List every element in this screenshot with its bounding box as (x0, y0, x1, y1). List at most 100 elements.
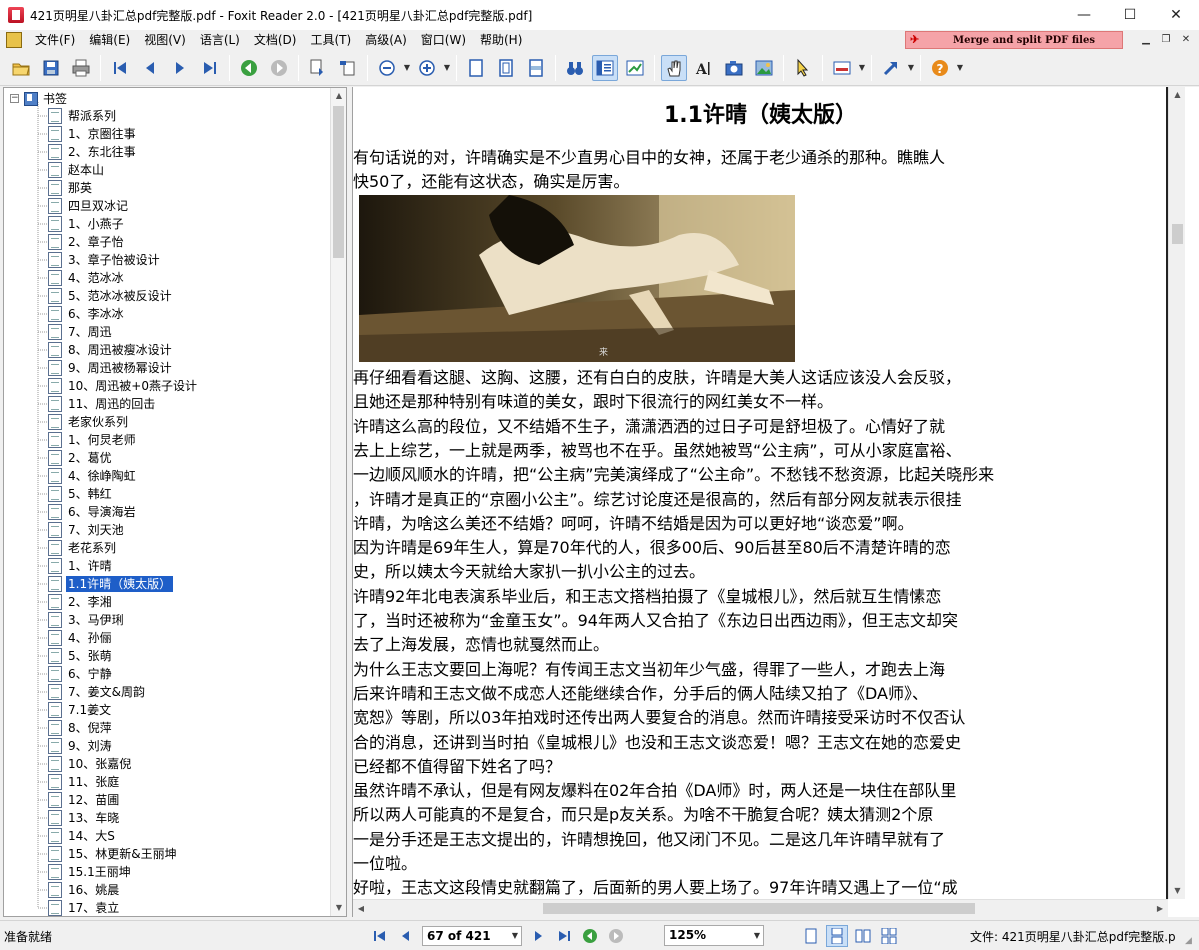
bookmark-item[interactable]: 4、孙俪 (48, 629, 114, 647)
bookmark-item[interactable]: 7.1姜文 (48, 701, 113, 719)
page-number-field[interactable]: 67 of 421 ▼ (422, 926, 522, 946)
status-next-page-icon[interactable] (528, 926, 548, 946)
bookmark-item[interactable]: 4、徐峥陶虹 (48, 467, 138, 485)
bookmark-item[interactable]: 6、李冰冰 (48, 305, 126, 323)
close-button[interactable]: ✕ (1153, 0, 1199, 30)
bookmarks-panel-icon[interactable] (592, 54, 618, 81)
status-back-icon[interactable] (580, 926, 600, 946)
image-tool-icon[interactable] (751, 55, 777, 81)
bookmark-scrollbar[interactable]: ▲ ▼ (330, 88, 346, 916)
print-icon[interactable] (68, 55, 94, 81)
bookmark-item[interactable]: 2、东北往事 (48, 143, 138, 161)
mdi-restore-icon[interactable]: ❐ (1157, 32, 1175, 48)
minimize-button[interactable]: — (1061, 0, 1107, 30)
continuous-page-icon[interactable] (826, 925, 848, 947)
extract-page-icon[interactable] (335, 55, 361, 81)
bookmark-item[interactable]: 1、何炅老师 (48, 431, 138, 449)
bookmark-item[interactable]: 3、马伊琍 (48, 611, 126, 629)
bookmark-item[interactable]: 9、周迅被杨幂设计 (48, 359, 174, 377)
bookmark-item[interactable]: 11、张庭 (48, 773, 121, 791)
help-dropdown-icon[interactable]: ▼ (955, 63, 965, 72)
bookmark-item[interactable]: 5、张萌 (48, 647, 114, 665)
bookmark-item[interactable]: 1、小燕子 (48, 215, 126, 233)
resize-grip-icon[interactable]: ◢ (1185, 936, 1197, 948)
document-horizontal-scrollbar[interactable]: ◀ ▶ (353, 899, 1168, 917)
menu-view[interactable]: 视图(V) (137, 30, 193, 50)
previous-page-icon[interactable] (137, 55, 163, 81)
menu-language[interactable]: 语言(L) (193, 30, 247, 50)
bookmark-item[interactable]: 12、苗圃 (48, 791, 121, 809)
zoom-out-icon[interactable] (374, 55, 400, 81)
doc-hscroll-thumb[interactable] (543, 903, 975, 914)
status-forward-icon[interactable] (606, 926, 626, 946)
bookmark-item[interactable]: 9、刘涛 (48, 737, 114, 755)
bookmark-item[interactable]: 2、葛优 (48, 449, 114, 467)
next-page-icon[interactable] (167, 55, 193, 81)
bookmark-item[interactable]: 1.1许晴（姨太版） (48, 575, 175, 593)
bookmark-item[interactable]: 8、周迅被瘦冰设计 (48, 341, 174, 359)
doc-scroll-down-icon[interactable]: ▼ (1169, 883, 1186, 899)
form-field-icon[interactable] (829, 55, 855, 81)
doc-scroll-thumb[interactable] (1172, 224, 1183, 244)
zoom-in-icon[interactable] (414, 55, 440, 81)
bookmark-item[interactable]: 8、倪萍 (48, 719, 114, 737)
link-dropdown-icon[interactable]: ▼ (906, 63, 916, 72)
bookmark-item[interactable]: 5、韩红 (48, 485, 114, 503)
bookmark-item[interactable]: 17、袁立 (48, 899, 121, 916)
pdf-page[interactable]: 1.1许晴（姨太版） 来 有句话说的对，许晴确实是不少直男心目中的女神，还属于老… (353, 87, 1168, 899)
menu-file[interactable]: 文件(F) (28, 30, 82, 50)
page-dropdown-icon[interactable]: ▼ (512, 927, 518, 945)
chart-panel-icon[interactable] (622, 55, 648, 81)
bookmark-item[interactable]: 赵本山 (48, 161, 106, 179)
bookmark-root[interactable]: − 书签 (10, 89, 67, 107)
facing-pages-icon[interactable] (852, 925, 874, 947)
menu-document[interactable]: 文档(D) (247, 30, 304, 50)
actual-size-icon[interactable] (463, 55, 489, 81)
bookmark-item[interactable]: 2、章子怡 (48, 233, 126, 251)
bookmark-item[interactable]: 帮派系列 (48, 107, 118, 125)
mdi-close-icon[interactable]: ✕ (1177, 32, 1195, 48)
bookmark-item[interactable]: 7、周迅 (48, 323, 114, 341)
ad-banner[interactable]: ✈ Merge and split PDF files (905, 31, 1123, 49)
binoculars-search-icon[interactable] (562, 55, 588, 81)
snapshot-camera-icon[interactable] (721, 55, 747, 81)
help-icon[interactable]: ? (927, 55, 953, 81)
select-text-icon[interactable]: A (691, 55, 717, 81)
menu-help[interactable]: 帮助(H) (473, 30, 529, 50)
status-prev-page-icon[interactable] (396, 926, 416, 946)
status-last-page-icon[interactable] (554, 926, 574, 946)
menu-tools[interactable]: 工具(T) (303, 30, 358, 50)
bookmark-item[interactable]: 13、车晓 (48, 809, 121, 827)
bookmark-item[interactable]: 2、李湘 (48, 593, 114, 611)
collapse-icon[interactable]: − (10, 93, 19, 103)
doc-scroll-up-icon[interactable]: ▲ (1169, 87, 1186, 103)
scroll-down-icon[interactable]: ▼ (331, 900, 346, 916)
select-arrow-icon[interactable] (790, 55, 816, 81)
bookmark-item[interactable]: 老花系列 (48, 539, 118, 557)
open-folder-icon[interactable] (8, 55, 34, 81)
menu-advanced[interactable]: 高级(A) (358, 30, 414, 50)
menu-edit[interactable]: 编辑(E) (82, 30, 137, 50)
bookmark-item[interactable]: 3、章子怡被设计 (48, 251, 162, 269)
bookmark-item[interactable]: 10、周迅被+0燕子设计 (48, 377, 199, 395)
status-first-page-icon[interactable] (370, 926, 390, 946)
document-vertical-scrollbar[interactable]: ▲ ▼ (1168, 87, 1185, 899)
fit-width-icon[interactable] (523, 55, 549, 81)
bookmark-item[interactable]: 7、刘天池 (48, 521, 126, 539)
scroll-thumb[interactable] (333, 106, 344, 258)
mdi-minimize-icon[interactable]: ▁ (1137, 32, 1155, 48)
bookmark-item[interactable]: 16、姚晨 (48, 881, 121, 899)
last-page-icon[interactable] (197, 55, 223, 81)
zoom-out-dropdown-icon[interactable]: ▼ (402, 63, 412, 72)
bookmark-item[interactable]: 5、范冰冰被反设计 (48, 287, 174, 305)
save-icon[interactable] (38, 55, 64, 81)
zoom-in-dropdown-icon[interactable]: ▼ (442, 63, 452, 72)
forward-icon[interactable] (266, 55, 292, 81)
bookmark-item[interactable]: 老家伙系列 (48, 413, 130, 431)
bookmark-item[interactable]: 1、许晴 (48, 557, 114, 575)
copy-page-icon[interactable] (305, 55, 331, 81)
bookmark-item[interactable]: 1、京圈往事 (48, 125, 138, 143)
doc-scroll-right-icon[interactable]: ▶ (1152, 900, 1168, 917)
bookmark-item[interactable]: 6、宁静 (48, 665, 114, 683)
single-page-icon[interactable] (800, 925, 822, 947)
